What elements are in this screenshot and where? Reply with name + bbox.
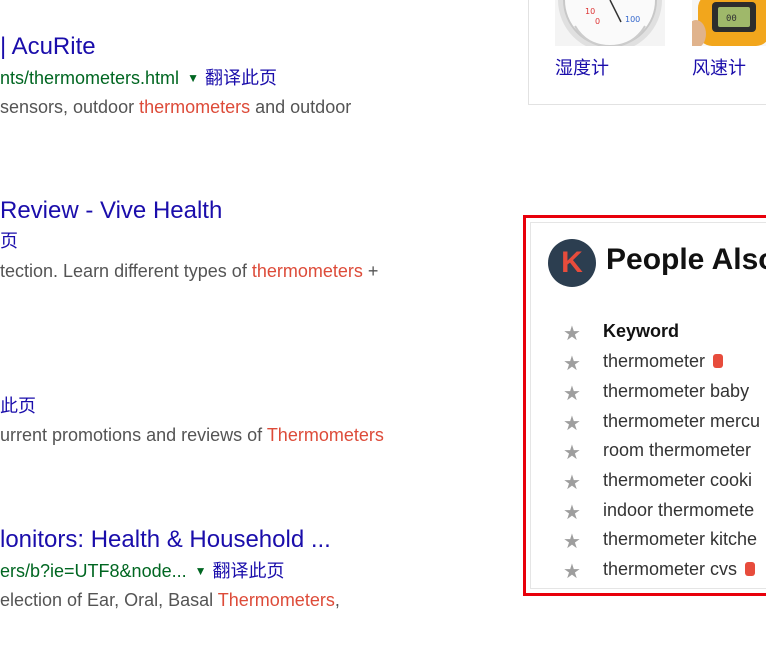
keywords-everywhere-logo-icon: K	[548, 239, 596, 287]
star-icon[interactable]: ★	[563, 411, 581, 436]
hygrometer-image[interactable]: 10 0 100	[555, 0, 665, 46]
svg-text:100: 100	[625, 15, 640, 24]
snippet-text: tection. Learn different types of	[0, 261, 252, 281]
star-icon[interactable]: ★	[563, 440, 581, 465]
svg-text:00: 00	[726, 14, 737, 24]
star-icon[interactable]: ★	[563, 500, 581, 525]
keyword-item[interactable]: thermometer baby	[603, 379, 749, 403]
snippet-text: ,	[334, 590, 340, 610]
anemometer-image[interactable]: 00	[692, 0, 766, 46]
result-snippet: sensors, outdoor thermometers and outdoo…	[0, 96, 351, 118]
keyword-item[interactable]: indoor thermomete	[603, 498, 754, 522]
database-icon	[745, 562, 756, 576]
svg-text:0: 0	[595, 17, 600, 26]
keyword-item[interactable]: room thermometer	[603, 438, 751, 462]
keyword-item[interactable]: thermometer kitche	[603, 527, 757, 551]
svg-text:10: 10	[585, 7, 595, 16]
snippet-highlight: thermometers	[251, 261, 363, 281]
related-images-card: 10 0 100 湿度计 00 风速计	[528, 0, 766, 105]
snippet-highlight: Thermometers	[266, 425, 384, 445]
keyword-text: thermometer cvs	[603, 559, 738, 579]
snippet-text: sensors, outdoor	[0, 97, 140, 117]
result-snippet: election of Ear, Oral, Basal Thermometer…	[0, 589, 340, 611]
star-icon[interactable]: ★	[563, 381, 581, 406]
result-url[interactable]: ers/b?ie=UTF8&node...	[0, 561, 187, 581]
snippet-text: election of Ear, Oral, Basal	[0, 590, 218, 610]
people-also-search-panel: K People Also ★ Keyword ★ thermometer ★ …	[523, 215, 766, 596]
dropdown-arrow-icon[interactable]: ▼	[195, 564, 207, 578]
snippet-text: urrent promotions and reviews of	[0, 425, 267, 445]
image-label[interactable]: 湿度计	[555, 54, 609, 80]
snippet-highlight: Thermometers	[217, 590, 335, 610]
result-snippet: tection. Learn different types of thermo…	[0, 260, 378, 282]
translate-link[interactable]: 翻译此页	[213, 561, 285, 581]
keyword-text: thermometer	[603, 351, 706, 371]
snippet-highlight: thermometers	[139, 97, 251, 117]
keyword-item[interactable]: thermometer	[603, 349, 724, 373]
result-title-link[interactable]: lonitors: Health & Household ...	[0, 526, 331, 554]
result-url[interactable]: nts/thermometers.html	[0, 68, 179, 88]
keyword-item[interactable]: thermometer cvs	[603, 557, 756, 581]
result-url-line: ers/b?ie=UTF8&node... ▼ 翻译此页	[0, 560, 285, 582]
search-result-1: | AcuRite	[0, 33, 96, 61]
image-label[interactable]: 风速计	[692, 54, 746, 80]
search-result-4: lonitors: Health & Household ...	[0, 526, 331, 554]
result-title-link[interactable]: Review - Vive Health	[0, 197, 222, 225]
result-url-line: nts/thermometers.html ▼ 翻译此页	[0, 67, 277, 89]
search-result-2: Review - Vive Health	[0, 197, 222, 225]
star-icon[interactable]: ★	[563, 351, 581, 376]
star-icon[interactable]: ★	[563, 559, 581, 584]
translate-link[interactable]: 页	[0, 230, 18, 252]
result-title-link[interactable]: | AcuRite	[0, 33, 96, 61]
keyword-column-header: Keyword	[603, 321, 680, 341]
star-icon[interactable]: ★	[563, 321, 581, 346]
translate-link[interactable]: 此页	[0, 395, 36, 417]
snippet-text: and outdoor	[250, 97, 352, 117]
result-snippet: urrent promotions and reviews of Thermom…	[0, 424, 384, 446]
keyword-item[interactable]: thermometer cooki	[603, 468, 752, 492]
keyword-item[interactable]: thermometer mercu	[603, 409, 760, 433]
snippet-text: +	[362, 261, 379, 281]
star-icon[interactable]: ★	[563, 529, 581, 554]
dropdown-arrow-icon[interactable]: ▼	[187, 71, 199, 85]
translate-link[interactable]: 翻译此页	[205, 68, 277, 88]
database-icon	[713, 354, 724, 368]
star-icon[interactable]: ★	[563, 470, 581, 495]
panel-title: People Also	[606, 243, 766, 276]
panel-inner: K People Also ★ Keyword ★ thermometer ★ …	[530, 222, 766, 589]
